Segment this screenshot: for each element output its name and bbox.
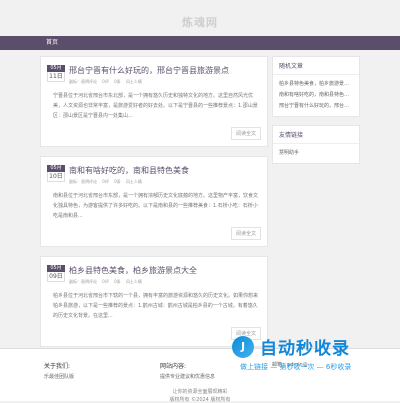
post-title-link[interactable]: 邢台宁晋有什么好玩的，邢台宁晋县旅游景点 — [69, 65, 261, 77]
post-day: 09日 — [47, 272, 65, 282]
watermark-slogan: 做上链接 — 第秒收一次 — 6秒收录 — [240, 363, 352, 371]
post-title-link[interactable]: 柏乡县特色美食，柏乡旅游景点大全 — [69, 265, 261, 277]
random-post-link[interactable]: 柏乡县特色美食，柏乡旅游景点大全 — [279, 79, 353, 90]
post-date: 05月 09日 — [47, 265, 65, 282]
post-meta: 副标：晋明评论 0评 0条 风土人情 — [69, 179, 261, 185]
post-views: 0评 — [102, 179, 109, 184]
random-posts-widget: 随机文章 柏乡县特色美食，柏乡旅游景点大全 南和有啥好吃的，南和县特色美食 邢台… — [272, 56, 360, 117]
post-author[interactable]: 副标：晋明评论 — [69, 279, 97, 284]
post-card: 05月 10日 南和有啥好吃的，南和县特色美食 副标：晋明评论 0评 0条 风土… — [40, 156, 268, 247]
post-comments: 0条 — [114, 179, 121, 184]
post-views: 0评 — [102, 279, 109, 284]
nav-item-home[interactable]: 首页 — [46, 36, 58, 50]
post-month: 05月 — [47, 265, 65, 272]
footer-about-text: 乐最佳团队版 — [44, 374, 75, 380]
post-month: 05月 — [47, 65, 65, 72]
widget-title: 随机文章 — [273, 57, 359, 75]
post-comments: 0条 — [114, 79, 121, 84]
post-day: 11日 — [47, 72, 65, 82]
friend-link[interactable]: 慧明助手 — [279, 148, 353, 159]
read-more-button[interactable]: 阅读全文 — [230, 227, 261, 240]
footer-site-text: 提供专业建议和优惠信息 — [160, 374, 216, 380]
post-meta: 副标：晋明评论 0评 0条 风土人情 — [69, 279, 261, 285]
widget-title: 友情链接 — [273, 126, 359, 144]
sidebar: 随机文章 柏乡县特色美食，柏乡旅游景点大全 南和有啥好吃的，南和县特色美食 邢台… — [272, 56, 360, 172]
post-comments: 0条 — [114, 279, 121, 284]
post-month: 05月 — [47, 165, 65, 172]
post-title-link[interactable]: 南和有啥好吃的，南和县特色美食 — [69, 165, 261, 177]
footer-copyright: 让你的资源全面展现精彩 — [172, 389, 228, 395]
footer-about-title: 关于我们: — [44, 363, 71, 370]
post-category[interactable]: 风土人情 — [126, 179, 142, 184]
footer-about: 关于我们: 乐最佳团队版 — [44, 361, 74, 380]
site-header: 炼魂网 — [0, 0, 400, 36]
footer-site: 网站内容: 提供专业建议和优惠信息 — [160, 361, 215, 380]
post-list: 05月 11日 邢台宁晋有什么好玩的，邢台宁晋县旅游景点 副标：晋明评论 0评 … — [40, 56, 268, 371]
post-card: 05月 11日 邢台宁晋有什么好玩的，邢台宁晋县旅游景点 副标：晋明评论 0评 … — [40, 56, 268, 147]
post-category[interactable]: 风土人情 — [126, 79, 142, 84]
read-more-button[interactable]: 阅读全文 — [230, 127, 261, 140]
post-excerpt: 宁晋县位于河北省邢台市东北部，是一个拥有悠久历史和独特文化的地方。这里自然风光优… — [53, 93, 258, 119]
post-date: 05月 10日 — [47, 165, 65, 182]
watermark-logo-icon: J — [232, 335, 254, 358]
post-excerpt: 南和县位于河北省邢台市东部，是一个拥有浓郁历史文化底蕴的地方。这里物产丰富，饮食… — [53, 193, 259, 219]
post-author[interactable]: 副标：晋明评论 — [69, 179, 97, 184]
footer-site-title: 网站内容: — [160, 363, 187, 370]
post-date: 05月 11日 — [47, 65, 65, 82]
post-header: 柏乡县特色美食，柏乡旅游景点大全 副标：晋明评论 0评 0条 风土人情 — [69, 265, 261, 285]
watermark: J 自动秒收录 — [232, 334, 350, 359]
watermark-brand: 自动秒收录 — [260, 339, 350, 359]
main-nav: 首页 — [0, 36, 400, 50]
post-author[interactable]: 副标：晋明评论 — [69, 79, 97, 84]
post-meta: 副标：晋明评论 0评 0条 风土人情 — [69, 79, 261, 85]
site-logo[interactable]: 炼魂网 — [182, 14, 218, 30]
random-post-link[interactable]: 邢台宁晋有什么好玩的，邢台宁晋县旅游... — [279, 101, 353, 112]
friend-links-widget: 友情链接 慧明助手 — [272, 125, 360, 164]
post-header: 邢台宁晋有什么好玩的，邢台宁晋县旅游景点 副标：晋明评论 0评 0条 风土人情 — [69, 65, 261, 85]
random-post-link[interactable]: 南和有啥好吃的，南和县特色美食 — [279, 90, 353, 101]
post-header: 南和有啥好吃的，南和县特色美食 副标：晋明评论 0评 0条 风土人情 — [69, 165, 261, 185]
post-views: 0评 — [102, 79, 109, 84]
post-excerpt: 柏乡县位于河北省邢台市下辖的一个县，拥有丰富的旅游资源和悠久的历史文化。如果你想… — [53, 293, 259, 319]
post-day: 10日 — [47, 172, 65, 182]
post-category[interactable]: 风土人情 — [126, 279, 142, 284]
